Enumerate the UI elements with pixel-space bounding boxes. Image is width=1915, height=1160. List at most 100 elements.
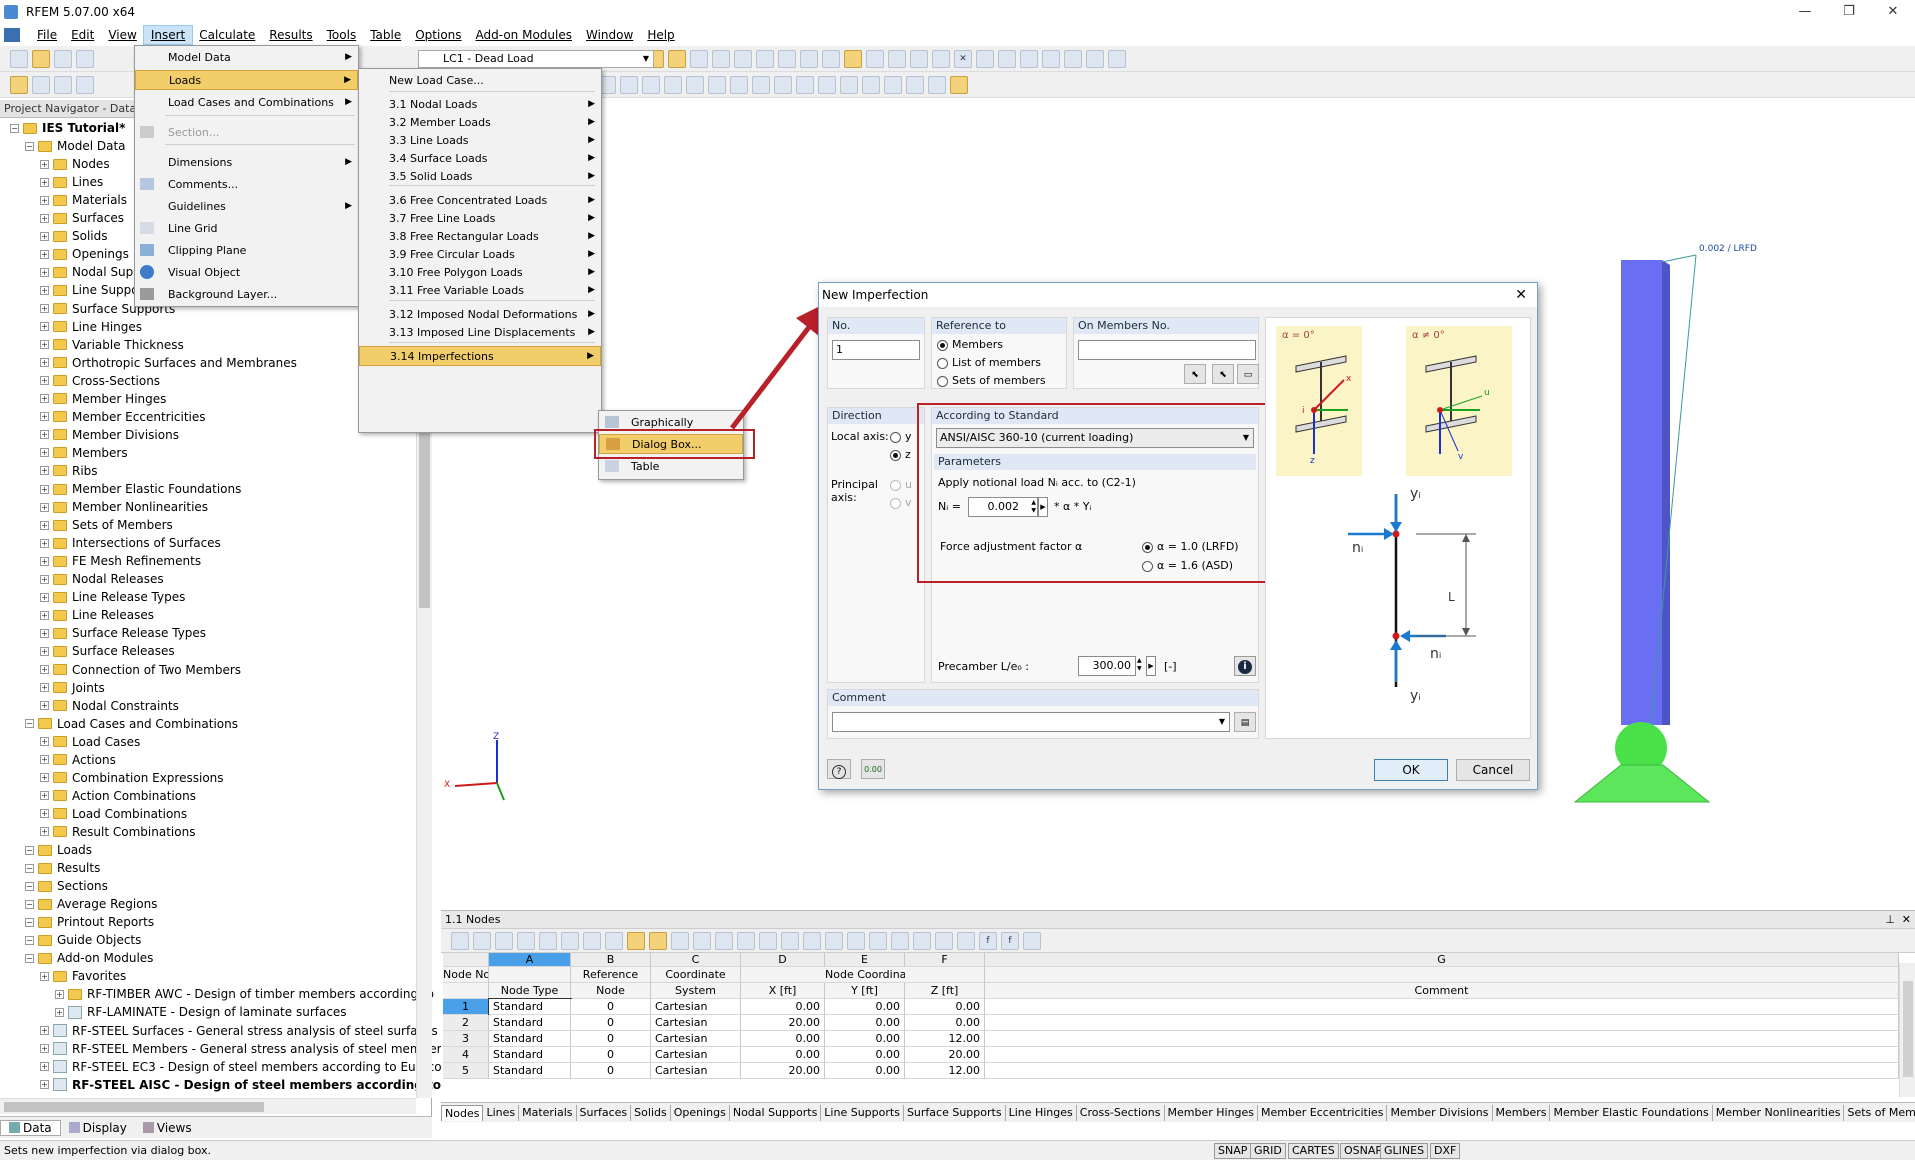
table-cell[interactable]: 0.00 xyxy=(905,1015,985,1031)
navigator-item[interactable]: + Connection of Two Members xyxy=(40,661,241,679)
close-icon[interactable]: ✕ xyxy=(1902,911,1911,929)
expand-icon[interactable]: + xyxy=(40,322,49,332)
expand-icon[interactable]: − xyxy=(25,899,34,909)
table-tab[interactable]: Member Divisions xyxy=(1387,1104,1493,1121)
release-icon[interactable] xyxy=(906,75,924,94)
expand-icon[interactable]: + xyxy=(40,827,49,837)
pan-icon[interactable] xyxy=(866,49,884,68)
pdf-icon[interactable] xyxy=(1108,49,1126,68)
divide-icon[interactable] xyxy=(708,75,726,94)
table-tab[interactable]: Openings xyxy=(671,1104,730,1121)
table-insert-icon[interactable] xyxy=(473,931,491,950)
column-letter[interactable]: C xyxy=(651,953,741,967)
reference-option-list[interactable]: List of members xyxy=(937,356,1041,369)
menu-item-table[interactable]: Table xyxy=(599,456,743,476)
table-tab[interactable]: Nodes xyxy=(441,1104,484,1121)
reference-option-sets[interactable]: Sets of members xyxy=(937,374,1046,387)
column-letter[interactable]: F xyxy=(905,953,985,967)
value-icon[interactable] xyxy=(712,49,730,68)
table-copy-icon[interactable] xyxy=(517,931,535,950)
axis-v-option[interactable]: v xyxy=(890,496,912,509)
expand-icon[interactable]: − xyxy=(25,141,34,151)
table-cell[interactable]: 0.00 xyxy=(741,999,825,1015)
table-filter-icon[interactable] xyxy=(627,931,645,950)
expand-icon[interactable]: + xyxy=(40,683,49,693)
reference-option-members[interactable]: Members xyxy=(937,338,1003,351)
navigator-item[interactable]: + Favorites xyxy=(40,967,126,985)
table-cell[interactable] xyxy=(985,1031,1899,1047)
hinge-icon[interactable] xyxy=(862,75,880,94)
table-export-icon[interactable] xyxy=(583,931,601,950)
pin-icon[interactable]: ⊥ xyxy=(1885,911,1895,929)
no-input[interactable]: 1 xyxy=(832,340,920,360)
table-tab[interactable]: Member Eccentricities xyxy=(1258,1104,1388,1121)
support-tool-icon[interactable] xyxy=(76,75,94,94)
table-cell[interactable] xyxy=(985,1047,1899,1063)
units-button[interactable]: 0.00 xyxy=(861,759,885,779)
menu-table[interactable]: Table xyxy=(363,26,408,44)
table-last-icon[interactable] xyxy=(737,931,755,950)
menu-item-loads[interactable]: Loads ▶ xyxy=(135,70,358,90)
navigator-item[interactable]: + Ribs xyxy=(40,462,98,480)
expand-icon[interactable]: + xyxy=(40,358,49,368)
section-icon[interactable] xyxy=(840,75,858,94)
settings-icon[interactable] xyxy=(1020,49,1038,68)
table-cell[interactable]: 0 xyxy=(571,1063,651,1079)
open-file-icon[interactable] xyxy=(32,49,50,68)
expand-icon[interactable]: + xyxy=(40,195,49,205)
loads-menu-item[interactable]: 3.8 Free Rectangular Loads ▶ xyxy=(359,226,601,246)
expand-icon[interactable]: + xyxy=(40,159,49,169)
table-cell[interactable]: 20.00 xyxy=(905,1047,985,1063)
tab-display[interactable]: Display xyxy=(61,1121,135,1135)
expand-icon[interactable]: + xyxy=(40,701,49,711)
loads-menu-item[interactable]: 3.13 Imposed Line Displacements ▶ xyxy=(359,322,601,342)
scale-icon[interactable] xyxy=(686,75,704,94)
table-cell[interactable]: Standard xyxy=(488,998,572,1016)
line-tool-icon[interactable] xyxy=(32,75,50,94)
table-chart-icon[interactable] xyxy=(957,931,975,950)
table-cell[interactable] xyxy=(985,1015,1899,1031)
table-import-icon[interactable] xyxy=(561,931,579,950)
row-number[interactable]: 5 xyxy=(443,1063,489,1079)
table-tab[interactable]: Nodal Supports xyxy=(730,1104,822,1121)
expand-icon[interactable]: + xyxy=(40,646,49,656)
table-tab[interactable]: Line Hinges xyxy=(1006,1104,1077,1121)
table-cell[interactable]: Cartesian xyxy=(651,1047,741,1063)
on-members-input[interactable] xyxy=(1078,340,1256,360)
export-icon[interactable] xyxy=(1042,49,1060,68)
expand-icon[interactable]: − xyxy=(25,935,34,945)
expand-icon[interactable]: + xyxy=(40,1080,49,1090)
menu-view[interactable]: View xyxy=(101,26,143,44)
expand-icon[interactable]: + xyxy=(40,610,49,620)
view-x-icon[interactable] xyxy=(778,49,796,68)
column-letter[interactable]: D xyxy=(741,953,825,967)
navigator-item[interactable]: − Loads xyxy=(25,841,92,859)
table-cell[interactable]: 0.00 xyxy=(825,999,905,1015)
new-file-icon[interactable] xyxy=(10,49,28,68)
app-menu-icon[interactable] xyxy=(4,28,20,42)
move-icon[interactable] xyxy=(620,75,638,94)
results-icon[interactable] xyxy=(668,49,686,68)
expand-icon[interactable]: − xyxy=(25,863,34,873)
expand-icon[interactable]: + xyxy=(40,1044,49,1054)
status-toggle-cartes[interactable]: CARTES xyxy=(1288,1143,1339,1159)
table-cell[interactable]: 20.00 xyxy=(741,1015,825,1031)
table-cell[interactable]: Standard xyxy=(489,1047,571,1063)
loads-menu-item[interactable]: 3.4 Surface Loads ▶ xyxy=(359,148,601,168)
mirror-icon[interactable] xyxy=(664,75,682,94)
navigator-item[interactable]: + Cross-Sections xyxy=(40,372,160,390)
table-cell[interactable]: Standard xyxy=(489,1015,571,1031)
loads-menu-item[interactable]: 3.12 Imposed Nodal Deformations ▶ xyxy=(359,304,601,324)
corner-cell[interactable] xyxy=(443,953,489,967)
mesh-icon[interactable] xyxy=(884,75,902,94)
navigator-item[interactable]: + Load Combinations xyxy=(40,805,187,823)
loads-menu-item[interactable]: 3.6 Free Concentrated Loads ▶ xyxy=(359,190,601,210)
navigator-item[interactable]: + Joints xyxy=(40,679,105,697)
menu-item-load-cases[interactable]: Load Cases and Combinations ▶ xyxy=(135,92,358,112)
table-tab[interactable]: Line Supports xyxy=(821,1104,904,1121)
expand-icon[interactable]: + xyxy=(40,520,49,530)
navigator-item[interactable]: + Line Hinges xyxy=(40,318,142,336)
table-scroll-thumb[interactable] xyxy=(1903,981,1913,1077)
navigator-item[interactable]: + Surface Releases xyxy=(40,642,175,660)
expand-icon[interactable]: + xyxy=(55,989,64,999)
